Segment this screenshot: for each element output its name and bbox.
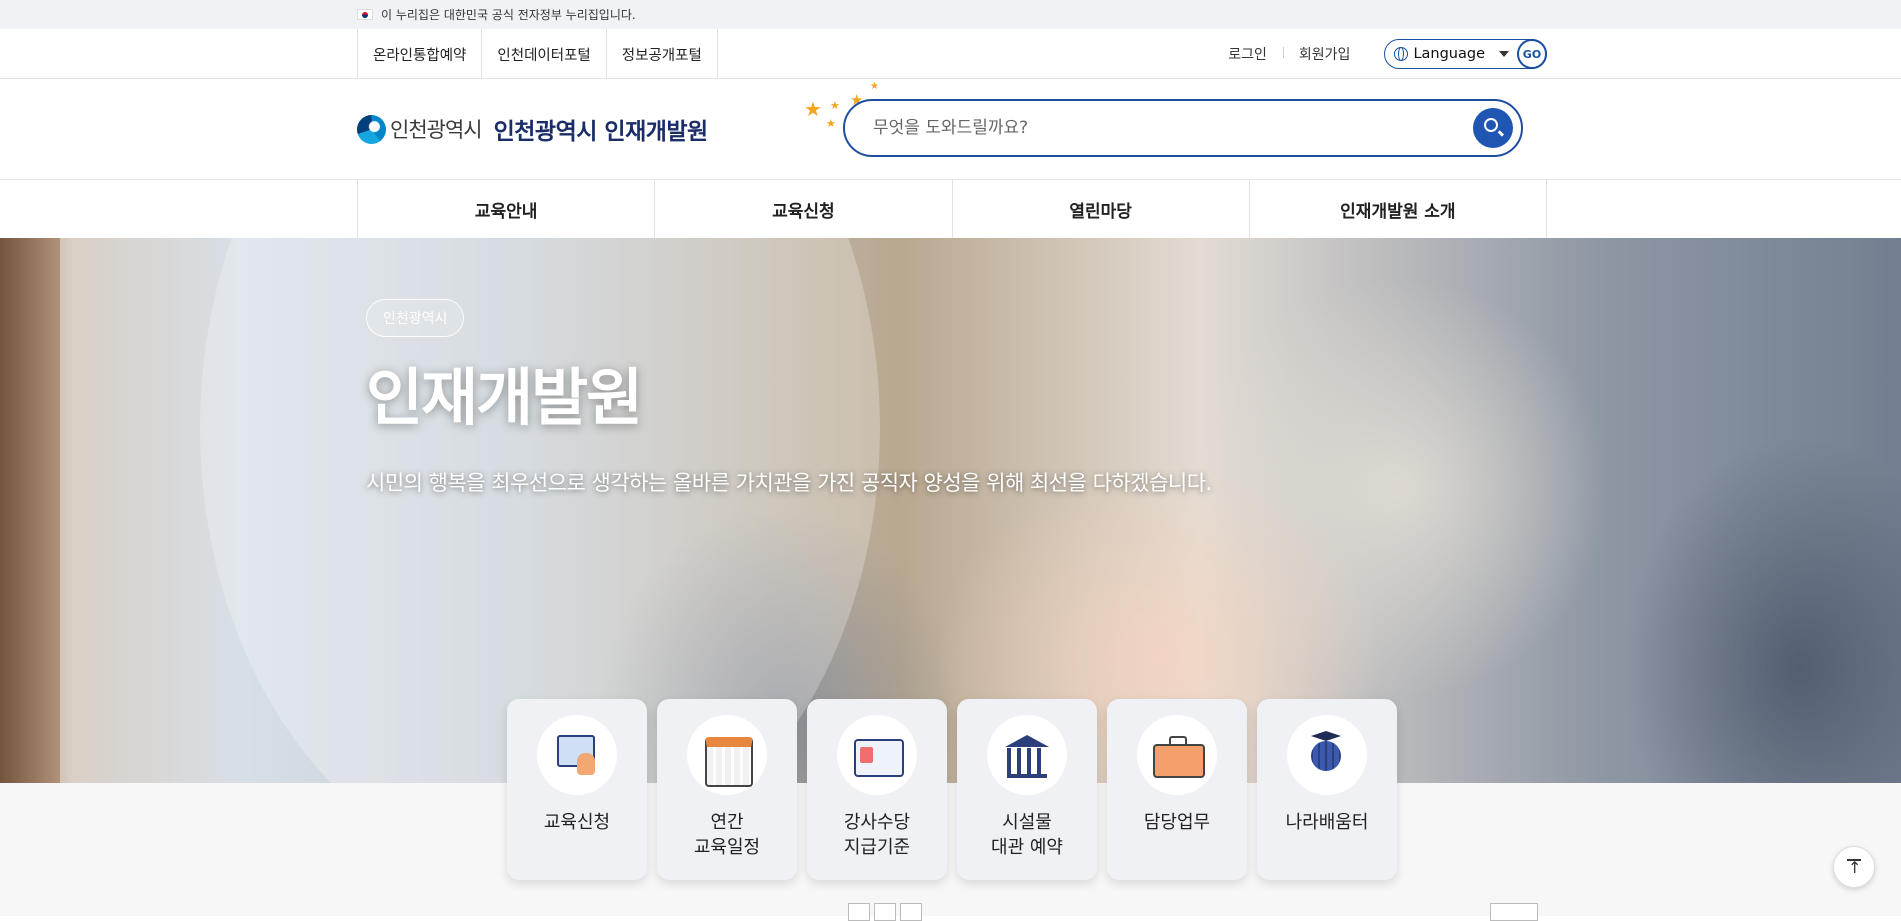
- quick-menu-education-apply[interactable]: 교육신청: [507, 699, 647, 880]
- gov-banner-text: 이 누리집은 대한민국 공식 전자정부 누리집입니다.: [381, 8, 636, 22]
- briefcase-icon: [1137, 715, 1217, 795]
- globe-graduate-icon: [1287, 715, 1367, 795]
- main-navigation: 교육안내 교육신청 열린마당 인재개발원 소개: [0, 180, 1901, 238]
- login-link[interactable]: 로그인: [1212, 44, 1283, 64]
- hero-background-photo: [0, 238, 60, 783]
- language-label: Language: [1413, 46, 1485, 62]
- user-links: 로그인 회원가입 Language GO: [1212, 39, 1547, 69]
- site-logo[interactable]: 인천광역시 인천광역시 인재개발원: [357, 112, 708, 146]
- scroll-top-button[interactable]: [1833, 846, 1875, 888]
- korea-flag-icon: [357, 9, 373, 20]
- hero-content: 인천광역시 인재개발원 시민의 행복을 최우선으로 생각하는 올바른 가치관을 …: [366, 299, 1212, 497]
- calendar-icon: [687, 715, 767, 795]
- nav-about[interactable]: 인재개발원 소개: [1250, 180, 1547, 238]
- search-input[interactable]: [873, 118, 1473, 138]
- portal-link-info[interactable]: 정보공개포털: [607, 29, 718, 79]
- nav-education-guide[interactable]: 교육안내: [358, 180, 656, 238]
- slider-next-button[interactable]: [900, 903, 922, 921]
- quick-menu-label: 나라배움터: [1285, 812, 1369, 833]
- hero-title: 인재개발원: [366, 361, 643, 434]
- quick-menu-label: 시설물 대관 예약: [991, 812, 1063, 858]
- search-icon: [1484, 118, 1498, 132]
- portal-link-data[interactable]: 인천데이터포털: [482, 29, 607, 79]
- hero-tag: 인천광역시: [366, 299, 465, 337]
- portal-link-reservation[interactable]: 온라인통합예약: [358, 29, 483, 79]
- nav-open-forum[interactable]: 열린마당: [953, 180, 1250, 238]
- quick-menu-lecturer-fee[interactable]: 강사수당 지급기준: [807, 699, 947, 880]
- quick-menu-label: 교육신청: [543, 812, 611, 833]
- quick-menu-duties[interactable]: 담당업무: [1107, 699, 1247, 880]
- utility-bar: 온라인통합예약 인천데이터포털 정보공개포털 로그인 회원가입 Language…: [0, 29, 1901, 79]
- site-header: 인천광역시 인천광역시 인재개발원 ★ ★ ★ ★ ★: [0, 79, 1901, 180]
- arrow-up-icon: [1847, 858, 1861, 877]
- nav-education-apply[interactable]: 교육신청: [655, 180, 953, 238]
- id-card-icon: [837, 715, 917, 795]
- quick-menu-label: 강사수당 지급기준: [843, 812, 911, 858]
- site-title: 인천광역시 인재개발원: [493, 119, 709, 145]
- portal-links: 온라인통합예약 인천데이터포털 정보공개포털: [357, 29, 718, 79]
- quick-menu-annual-schedule[interactable]: 연간 교육일정: [657, 699, 797, 880]
- building-icon: [987, 715, 1067, 795]
- globe-icon: [1394, 47, 1409, 61]
- apply-icon: [537, 715, 617, 795]
- hero-subtitle: 시민의 행복을 최우선으로 생각하는 올바른 가치관을 가진 공직자 양성을 위…: [366, 471, 1212, 495]
- quick-menu-nara-learning[interactable]: 나라배움터: [1257, 699, 1397, 880]
- quick-menu-label: 연간 교육일정: [693, 812, 761, 858]
- chevron-down-icon: [1499, 51, 1509, 57]
- language-go-button[interactable]: GO: [1517, 39, 1547, 69]
- quick-menu-label: 담당업무: [1143, 812, 1211, 833]
- city-logo: 인천광역시: [357, 114, 483, 144]
- gov-banner: 이 누리집은 대한민국 공식 전자정부 누리집입니다.: [0, 0, 1901, 29]
- quick-menu: 교육신청 연간 교육일정 강사수당 지급기준 시설물 대관 예약 담당업무 나라…: [507, 699, 1397, 880]
- more-button[interactable]: [1490, 903, 1538, 921]
- slider-pause-button[interactable]: [874, 903, 896, 921]
- quick-menu-facility-rental[interactable]: 시설물 대관 예약: [957, 699, 1097, 880]
- slider-prev-button[interactable]: [848, 903, 870, 921]
- search-box: [843, 99, 1523, 157]
- language-select[interactable]: Language GO: [1384, 39, 1547, 69]
- incheon-emblem-icon: [357, 114, 386, 144]
- search-button[interactable]: [1473, 108, 1513, 148]
- signup-link[interactable]: 회원가입: [1282, 44, 1367, 64]
- city-logo-text: 인천광역시: [390, 118, 483, 142]
